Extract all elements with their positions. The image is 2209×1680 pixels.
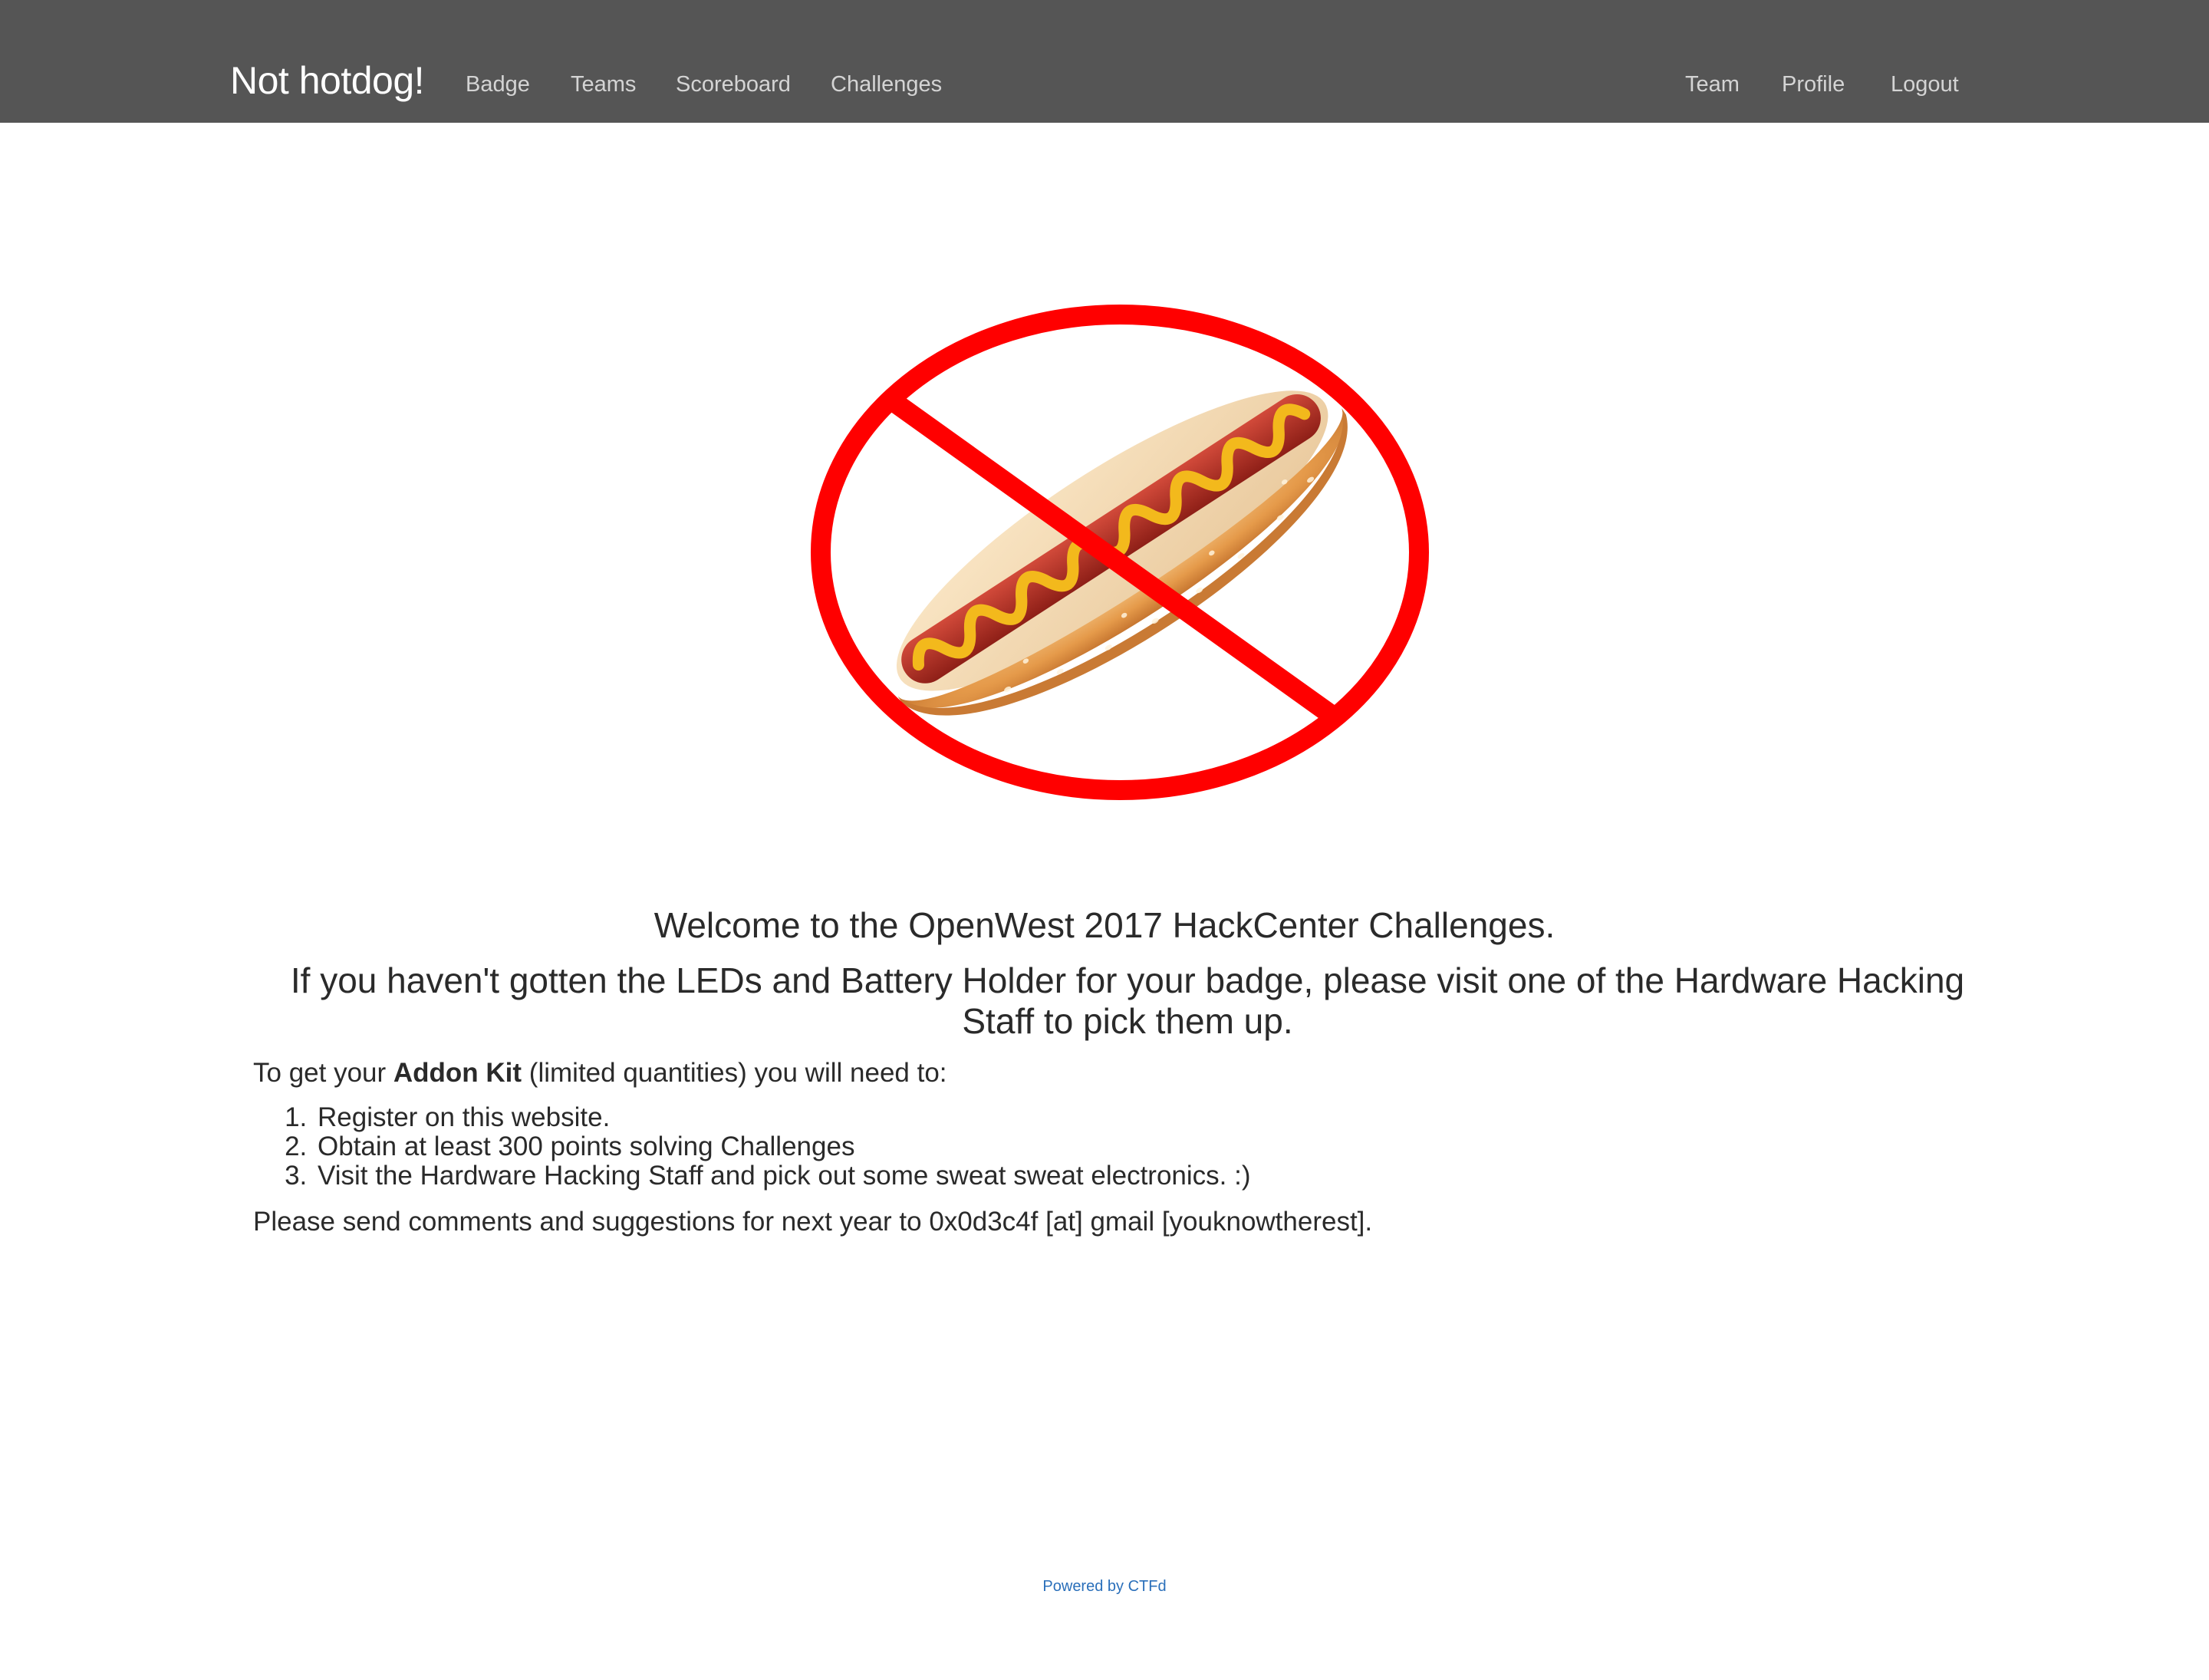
nav-link-team[interactable]: Team [1685, 71, 1740, 98]
instructions-heading: If you haven't gotten the LEDs and Batte… [290, 960, 1965, 1041]
nav-link-scoreboard[interactable]: Scoreboard [676, 71, 791, 98]
list-item: Visit the Hardware Hacking Staff and pic… [314, 1161, 1251, 1191]
welcome-heading: Welcome to the OpenWest 2017 HackCenter … [653, 905, 1556, 945]
list-item: Obtain at least 300 points solving Chall… [314, 1132, 1251, 1161]
addon-kit-intro: To get your Addon Kit (limited quantitie… [253, 1057, 947, 1089]
addon-kit-name: Addon Kit [393, 1058, 522, 1088]
top-navbar: Not hotdog! Badge Teams Scoreboard Chall… [0, 0, 2209, 123]
no-hotdog-image [811, 305, 1429, 800]
addon-kit-prefix: To get your [253, 1058, 393, 1088]
nav-link-teams[interactable]: Teams [571, 71, 636, 98]
brand-link[interactable]: Not hotdog! [230, 57, 425, 104]
nav-link-logout[interactable]: Logout [1891, 71, 1959, 98]
comments-text: Please send comments and suggestions for… [253, 1207, 1373, 1237]
steps-list: Register on this website. Obtain at leas… [253, 1103, 1251, 1191]
nav-link-challenges[interactable]: Challenges [831, 71, 942, 98]
addon-kit-suffix: (limited quantities) you will need to: [522, 1058, 947, 1088]
nav-link-badge[interactable]: Badge [466, 71, 530, 98]
powered-by-ctfd-link[interactable]: Powered by CTFd [0, 1576, 2209, 1597]
list-item: Register on this website. [314, 1103, 1251, 1132]
nav-link-profile[interactable]: Profile [1782, 71, 1845, 98]
